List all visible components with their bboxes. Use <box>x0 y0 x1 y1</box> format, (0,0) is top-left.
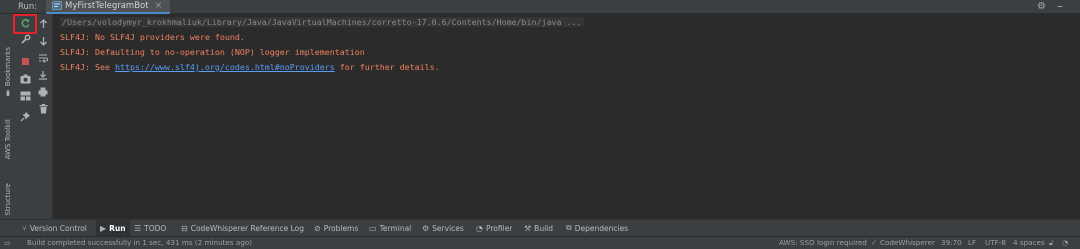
tab-profiler[interactable]: ◔ Profiler <box>476 220 512 236</box>
run-tab-label: MyFirstTelegramBot <box>65 1 149 11</box>
aws-toolkit-label: AWS Toolkit <box>4 118 12 160</box>
run-toolbar <box>16 14 34 219</box>
wrench-icon <box>20 34 30 44</box>
scroll-down-button[interactable] <box>35 34 51 47</box>
bookmarks-tab[interactable]: Bookmarks ▮ <box>1 40 15 104</box>
printer-icon <box>38 87 48 96</box>
console-command-line: /Users/volodymyr_krokhmaliuk/Library/Jav… <box>60 17 584 27</box>
notifications-icon[interactable]: ◔ <box>1062 238 1068 247</box>
console-line-prefix: SLF4J: See <box>60 62 115 72</box>
rerun-highlight-box <box>13 14 37 34</box>
console-line: SLF4J: Defaulting to no-operation (NOP) … <box>60 47 365 57</box>
arrow-down-icon <box>39 36 47 46</box>
structure-tab[interactable]: Structure <box>1 180 15 218</box>
slf4j-docs-link[interactable]: https://www.slf4j.org/codes.html#noProvi… <box>115 62 335 72</box>
soft-wrap-button[interactable] <box>35 51 51 64</box>
wrap-icon <box>39 54 48 63</box>
camera-icon <box>20 74 30 83</box>
arrow-up-icon <box>39 18 47 28</box>
tool-tab-label: Version Control <box>29 223 87 233</box>
status-bar: ▭ Build completed successfully in 1 sec,… <box>0 236 1080 249</box>
pin-button[interactable] <box>17 110 33 123</box>
tab-run-config[interactable]: MyFirstTelegramBot × <box>46 0 171 14</box>
hammer-icon: ⚒ <box>524 223 532 233</box>
left-tool-strip: Bookmarks ▮ AWS Toolkit Structure <box>0 14 17 219</box>
settings-button[interactable] <box>17 89 33 102</box>
build-status-icon[interactable]: ▭ <box>4 238 11 247</box>
tab-services[interactable]: ⚙ Services <box>422 220 464 236</box>
structure-label: Structure <box>4 182 12 216</box>
indent-setting[interactable]: 4 spaces <box>1013 238 1045 247</box>
console-line-suffix: for further details. <box>334 62 440 72</box>
tab-version-control[interactable]: ⑂ Version Control <box>22 220 87 236</box>
file-encoding[interactable]: UTF-8 <box>985 238 1006 247</box>
tab-build[interactable]: ⚒ Build <box>524 220 553 236</box>
terminal-icon: ▭ <box>369 223 377 233</box>
console-toolbar <box>34 14 53 219</box>
services-icon: ⚙ <box>422 223 430 233</box>
close-icon[interactable]: × <box>155 1 163 11</box>
codewhisperer-icon: ⊟ <box>181 223 188 233</box>
line-separator[interactable]: LF <box>968 238 976 247</box>
run-label: Run: <box>18 2 38 12</box>
tool-tab-label: Terminal <box>379 223 412 233</box>
tab-codewhisperer-log[interactable]: ⊟ CodeWhisperer Reference Log <box>181 220 304 236</box>
scroll-up-button[interactable] <box>35 17 51 30</box>
tab-run[interactable]: ▶ Run <box>96 220 130 236</box>
tab-dependencies[interactable]: ⧉ Dependencies <box>566 220 628 236</box>
version-control-icon: ⑂ <box>22 223 27 233</box>
codewhisperer-status[interactable]: CodeWhisperer <box>880 238 935 247</box>
pin-icon <box>20 112 30 122</box>
aws-connection-status[interactable]: AWS: SSO login required <box>779 238 867 247</box>
tool-window-bar: ⑂ Version Control ▶ Run ☰ TODO ⊟ CodeWhi… <box>0 219 1080 236</box>
clear-all-button[interactable] <box>35 102 51 115</box>
tool-tab-label: Problems <box>323 223 359 233</box>
scroll-end-icon <box>39 70 47 80</box>
dependencies-icon: ⧉ <box>566 223 572 232</box>
tab-todo[interactable]: ☰ TODO <box>134 220 166 236</box>
list-icon: ☰ <box>134 223 142 233</box>
problems-icon: ⊘ <box>314 223 321 233</box>
caret-position[interactable]: 39:70 <box>941 238 962 247</box>
run-window-header: Run: MyFirstTelegramBot × ⚙ – <box>0 0 1080 14</box>
scroll-to-end-button[interactable] <box>35 68 51 81</box>
console-output[interactable]: /Users/volodymyr_krokhmaliuk/Library/Jav… <box>55 14 1080 219</box>
tool-tab-label: Profiler <box>485 223 513 233</box>
bookmarks-label: Bookmarks <box>4 47 12 87</box>
bookmark-icon: ▮ <box>6 88 10 97</box>
tool-tab-label: Build <box>534 223 553 233</box>
print-button[interactable] <box>35 85 51 98</box>
aws-toolkit-tab[interactable]: AWS Toolkit <box>1 114 15 164</box>
status-message[interactable]: Build completed successfully in 1 sec, 4… <box>27 238 252 247</box>
modify-config-button[interactable] <box>17 33 33 46</box>
tool-tab-label: TODO <box>144 223 167 233</box>
stop-button[interactable] <box>17 55 33 68</box>
tool-tab-label: Run <box>109 223 126 233</box>
trash-icon <box>39 103 47 113</box>
tab-terminal[interactable]: ▭ Terminal <box>369 220 411 236</box>
dump-threads-button[interactable] <box>17 72 33 85</box>
console-line: SLF4J: See https://www.slf4j.org/codes.h… <box>60 62 440 72</box>
checkmark-icon: ✓ <box>871 238 878 247</box>
run-icon: ▶ <box>100 223 107 233</box>
profiler-icon: ◔ <box>476 223 483 233</box>
layout-icon <box>20 91 30 100</box>
gear-icon[interactable]: ⚙ <box>1037 1 1046 12</box>
tool-tab-label: CodeWhisperer Reference Log <box>190 223 304 233</box>
run-config-icon <box>52 0 62 12</box>
tool-tab-label: Services <box>432 223 464 233</box>
tool-tab-label: Dependencies <box>574 223 629 233</box>
stop-icon <box>21 58 29 65</box>
lock-icon[interactable]: 🔓︎ <box>1049 238 1054 248</box>
console-line: SLF4J: No SLF4J providers were found. <box>60 32 245 42</box>
tab-problems[interactable]: ⊘ Problems <box>314 220 358 236</box>
minus-icon[interactable]: – <box>1057 0 1063 13</box>
